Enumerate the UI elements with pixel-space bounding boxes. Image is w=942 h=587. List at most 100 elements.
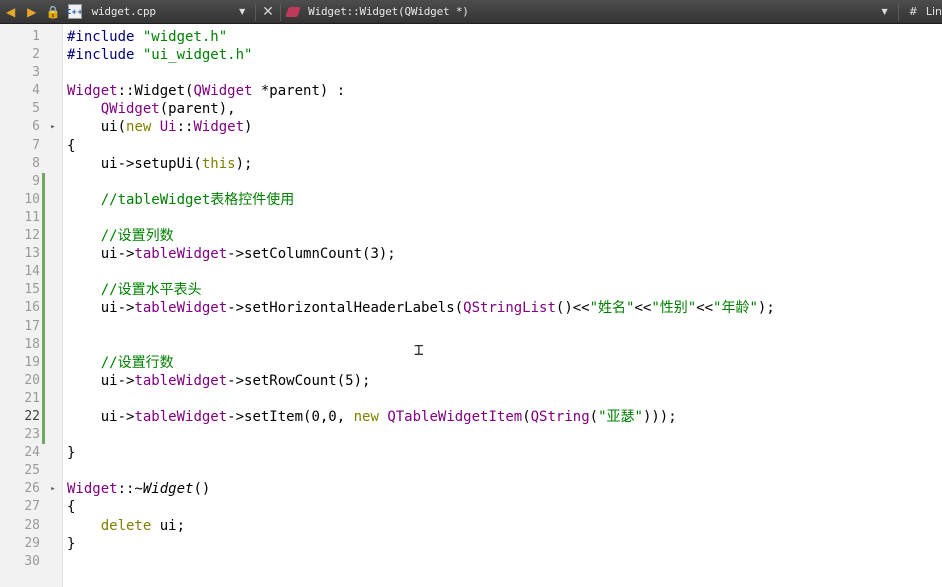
code-line[interactable]: 9 xyxy=(0,172,942,191)
code-editor[interactable]: 1 #include "widget.h" 2 #include "ui_widget… xyxy=(0,24,942,587)
line-number: 28 xyxy=(24,517,40,533)
code-line[interactable]: 25 xyxy=(0,462,942,480)
code-text[interactable]: Widget::~Widget() xyxy=(67,480,210,498)
code-token: QWidget xyxy=(193,83,253,100)
code-line[interactable]: 1 #include "widget.h" xyxy=(0,28,942,46)
code-line[interactable]: 26 ▸ Widget::~Widget() xyxy=(0,480,942,498)
code-text[interactable]: ui->tableWidget->setItem(0,0, new QTable… xyxy=(67,408,677,426)
code-line[interactable]: 19 //设置行数 xyxy=(0,353,942,372)
code-token: ); xyxy=(757,300,775,317)
code-line[interactable]: 13 ui->tableWidget->setColumnCount(3); xyxy=(0,245,942,264)
divider xyxy=(279,2,281,21)
modified-line-marker xyxy=(42,281,45,300)
code-token: (parent), xyxy=(159,101,236,118)
code-line[interactable]: 22 ui->tableWidget->setItem(0,0, new QTa… xyxy=(0,407,942,427)
code-token: ui-> xyxy=(67,372,135,389)
line-column-label[interactable]: Lin xyxy=(918,5,942,18)
code-line[interactable]: 5 QWidget(parent), xyxy=(0,100,942,118)
code-text[interactable]: { xyxy=(67,137,75,155)
code-line[interactable]: 20 ui->tableWidget->setRowCount(5); xyxy=(0,371,942,390)
code-token: << xyxy=(634,300,652,317)
code-token: ui-> xyxy=(67,246,135,263)
code-line[interactable]: 11 xyxy=(0,208,942,228)
fold-arrow-icon[interactable]: ▸ xyxy=(48,480,58,498)
line-number: 22 xyxy=(24,408,40,424)
code-token: Widget xyxy=(193,119,245,136)
code-text[interactable]: ui->tableWidget->setHorizontalHeaderLabe… xyxy=(67,299,775,317)
code-line[interactable]: 17 xyxy=(0,317,942,336)
dropdown-arrow-icon: ▼ xyxy=(239,7,246,16)
line-number: 15 xyxy=(24,282,40,298)
code-text[interactable]: ui->tableWidget->setColumnCount(3); xyxy=(67,245,396,263)
file-selector[interactable]: widget.cpp ▼ xyxy=(82,0,254,24)
code-line[interactable]: 24} xyxy=(0,444,942,462)
code-token: //设置列数 xyxy=(67,228,174,245)
code-line[interactable]: 10 //tableWidget表格控件使用 xyxy=(0,190,942,209)
code-line[interactable]: 4 Widget::Widget(QWidget *parent) : xyxy=(0,82,942,100)
code-line[interactable]: 2 #include "ui_widget.h" xyxy=(0,46,942,64)
code-token: delete xyxy=(100,517,152,534)
code-token: ) xyxy=(244,119,253,136)
code-token: ui; xyxy=(151,517,186,534)
code-line[interactable]: 7{ xyxy=(0,137,942,155)
code-line[interactable]: 16 ui->tableWidget->setHorizontalHeaderL… xyxy=(0,299,942,318)
code-token: *parent) : xyxy=(252,83,346,100)
code-text[interactable]: //设置水平表头 xyxy=(67,281,202,299)
code-text[interactable]: #include "ui_widget.h" xyxy=(67,46,252,64)
fold-arrow-icon[interactable]: ▸ xyxy=(48,118,58,136)
code-token: new xyxy=(126,119,152,136)
code-token: ui-> xyxy=(67,408,135,425)
code-token: :: xyxy=(176,119,194,136)
code-token: Widget xyxy=(67,83,118,100)
code-text[interactable]: //设置列数 xyxy=(67,227,174,245)
code-token: "亚瑟" xyxy=(598,408,643,425)
code-text[interactable]: QWidget(parent), xyxy=(67,100,236,118)
code-text[interactable]: //设置行数 xyxy=(67,354,174,372)
dropdown-arrow-icon: ▼ xyxy=(881,7,888,16)
code-line[interactable]: 27 { xyxy=(0,498,942,516)
code-text[interactable]: ui(new Ui::Widget) xyxy=(67,118,253,136)
code-text[interactable]: { xyxy=(67,498,75,516)
back-arrow-icon[interactable]: ◀ xyxy=(0,0,21,24)
code-token: QString xyxy=(530,408,590,425)
code-text[interactable]: #include "widget.h" xyxy=(67,28,227,46)
code-line[interactable]: 14 xyxy=(0,263,942,282)
code-text[interactable]: ui->tableWidget->setRowCount(5); xyxy=(67,372,371,390)
symbol-selector[interactable]: Widget::Widget(QWidget *) ▼ xyxy=(298,0,895,24)
code-token: << xyxy=(696,300,714,317)
code-text[interactable]: Widget::Widget(QWidget *parent) : xyxy=(67,82,345,100)
code-token: //设置水平表头 xyxy=(67,282,202,299)
code-line[interactable]: 28 delete ui; xyxy=(0,517,942,535)
code-line[interactable]: 15 //设置水平表头 xyxy=(0,281,942,300)
modified-line-marker xyxy=(42,389,45,408)
cpp-file-icon: C++ xyxy=(66,4,83,19)
code-text[interactable]: delete ui; xyxy=(67,517,185,535)
code-line[interactable]: 12 //设置列数 xyxy=(0,227,942,246)
code-text[interactable]: ui->setupUi(this); xyxy=(67,155,253,173)
code-token: ui->setupUi( xyxy=(67,155,202,172)
code-text[interactable]: } xyxy=(67,444,75,462)
code-token: Widget xyxy=(67,481,118,498)
close-icon[interactable]: ✕ xyxy=(258,4,277,20)
code-text[interactable]: //tableWidget表格控件使用 xyxy=(67,191,295,209)
code-line[interactable]: 6 ▸ ui(new Ui::Widget) xyxy=(0,118,942,136)
line-number: 26 xyxy=(24,481,40,497)
modified-line-marker xyxy=(42,371,45,390)
code-line[interactable]: 18 xyxy=(0,335,942,354)
code-line[interactable]: 30 xyxy=(0,553,942,571)
line-number: 7 xyxy=(32,137,40,153)
code-line[interactable]: 8 ui->setupUi(this); xyxy=(0,155,942,173)
code-line[interactable]: 3 xyxy=(0,64,942,82)
code-text[interactable]: } xyxy=(67,535,75,553)
code-token: QWidget xyxy=(100,101,160,118)
lock-icon[interactable]: 🔒 xyxy=(42,0,63,24)
line-number: 18 xyxy=(24,336,40,352)
line-number: 21 xyxy=(24,390,40,406)
code-line[interactable]: 29} xyxy=(0,535,942,553)
line-number: 4 xyxy=(32,83,40,99)
code-token: "ui_widget.h" xyxy=(142,47,253,64)
forward-arrow-icon[interactable]: ▶ xyxy=(21,0,42,24)
code-token: QTableWidgetItem xyxy=(387,408,523,425)
code-line[interactable]: 21 xyxy=(0,389,942,408)
code-line[interactable]: 23 xyxy=(0,426,942,445)
